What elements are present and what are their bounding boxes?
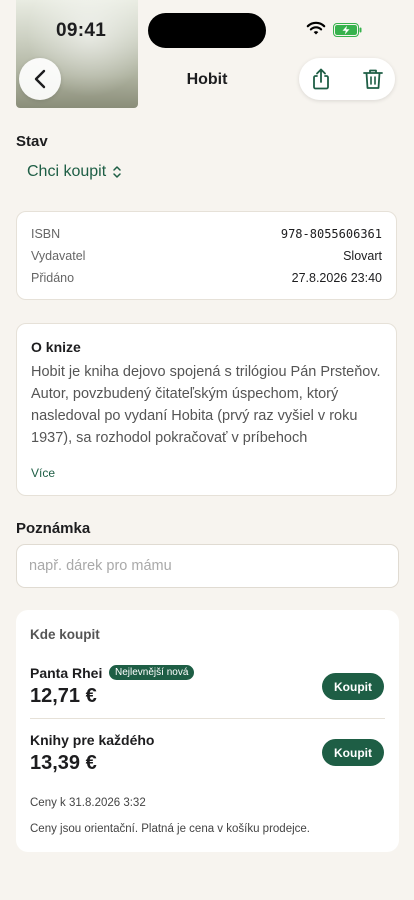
status-bar: 09:41 — [0, 0, 414, 58]
store-price: 12,71 € — [30, 685, 97, 707]
note-input[interactable] — [16, 544, 399, 588]
store-price: 13,39 € — [30, 752, 97, 774]
info-value: 978-8055606361 — [280, 227, 382, 241]
store-name: Panta Rhei — [30, 665, 103, 681]
store-name: Knihy pre každého — [30, 732, 155, 748]
info-value: 27.8.2026 23:40 — [291, 271, 382, 285]
buy-button-panta-rhei[interactable]: Koupit — [322, 673, 384, 700]
info-key: Vydavatel — [31, 249, 86, 263]
about-book-card: O knize Hobit je kniha dejovo spojená s … — [16, 323, 397, 496]
about-title: O knize — [31, 339, 81, 355]
prices-timestamp: Ceny k 31.8.2026 3:32 — [30, 797, 146, 809]
share-icon[interactable] — [309, 67, 333, 91]
dynamic-island — [148, 13, 266, 48]
where-to-buy-card: Kde koupit Panta Rhei Nejlevnější nová 1… — [16, 610, 399, 852]
info-row-isbn: ISBN 978-8055606361 — [31, 227, 382, 241]
buy-button-knihy-pre-kazdeho[interactable]: Koupit — [322, 739, 384, 766]
status-time: 09:41 — [56, 20, 107, 41]
nav-actions — [299, 58, 395, 100]
info-value: Slovart — [343, 249, 382, 263]
info-row-publisher: Vydavatel Slovart — [31, 249, 382, 263]
status-picker-value: Chci koupit — [27, 163, 107, 180]
info-key: Přidáno — [31, 271, 75, 285]
status-section-label: Stav — [16, 133, 48, 150]
wifi-icon — [306, 21, 326, 35]
divider — [30, 718, 385, 719]
battery-icon — [333, 23, 362, 37]
info-row-added: Přidáno 27.8.2026 23:40 — [31, 271, 382, 285]
read-more-link[interactable]: Více — [31, 466, 55, 480]
where-to-buy-title: Kde koupit — [30, 627, 100, 642]
info-key: ISBN — [31, 227, 61, 241]
status-picker[interactable]: Chci koupit — [27, 163, 122, 181]
about-description: Hobit je kniha dejovo spojená s trilógio… — [31, 364, 381, 446]
prices-disclaimer: Ceny jsou orientační. Platná je cena v k… — [30, 823, 310, 835]
note-label: Poznámka — [16, 520, 91, 537]
trash-icon[interactable] — [361, 67, 385, 91]
cheapest-badge: Nejlevnější nová — [109, 665, 195, 680]
chevron-up-down-icon — [113, 166, 121, 178]
book-info-card: ISBN 978-8055606361 Vydavatel Slovart Př… — [16, 211, 397, 300]
